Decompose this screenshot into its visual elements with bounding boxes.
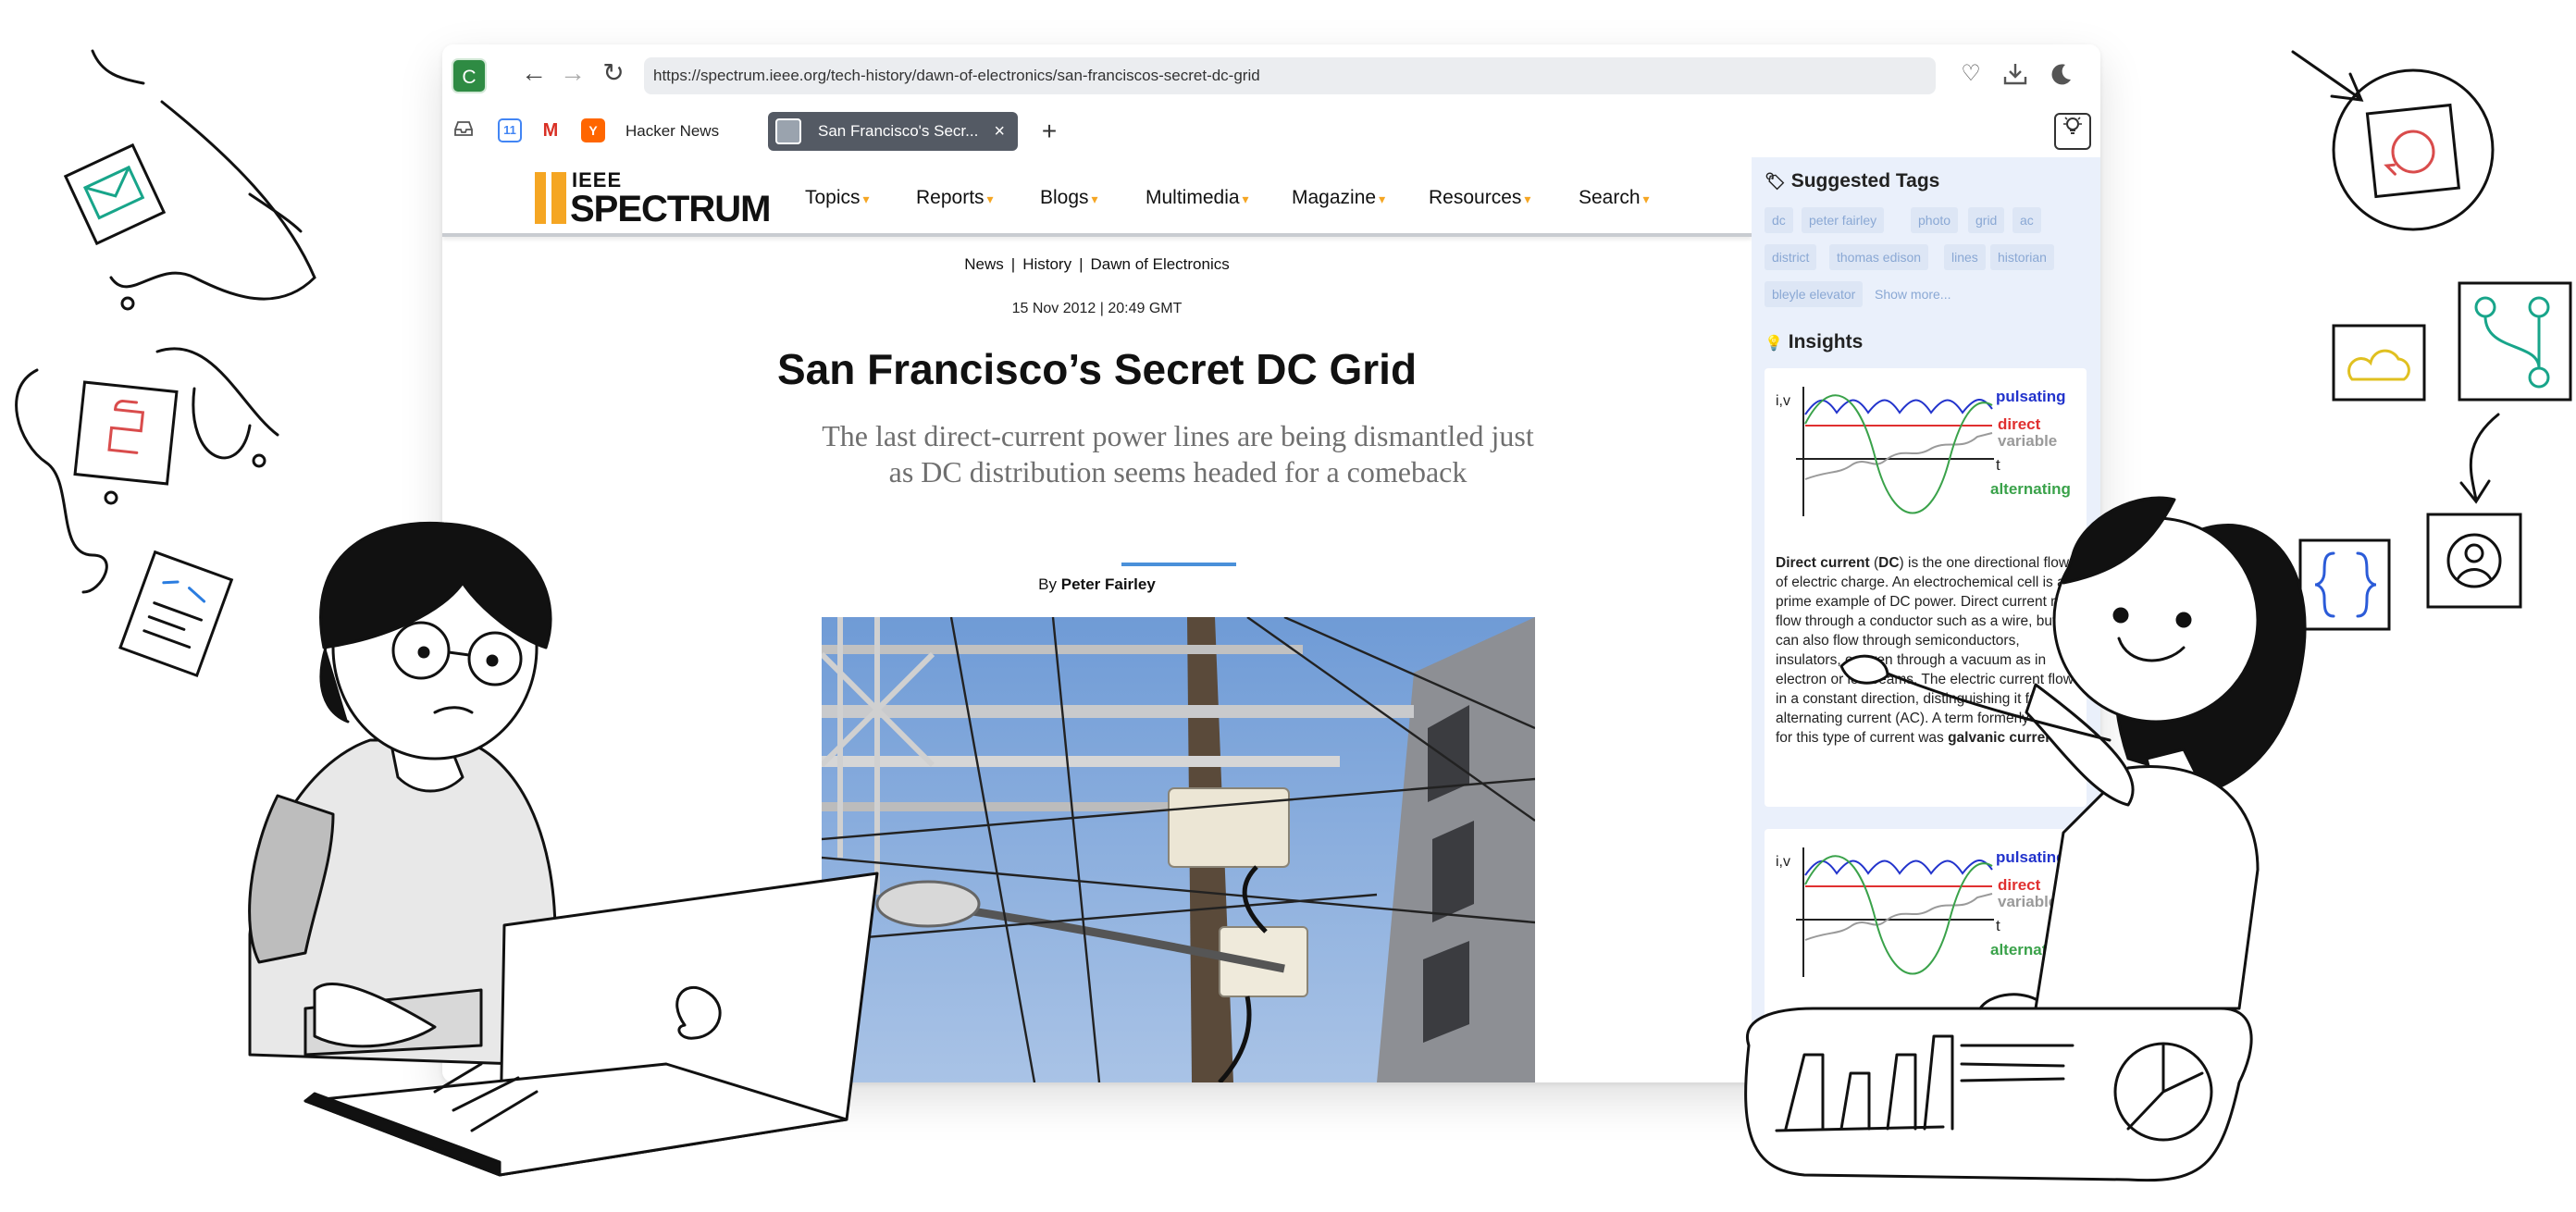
author-link[interactable]: Peter Fairley <box>1061 575 1156 593</box>
legend-alternating: alternating <box>1990 480 2071 498</box>
nav-magazine[interactable]: Magazine ▾ <box>1292 187 1385 209</box>
legend-variable: variable <box>1998 893 2057 910</box>
chevron-down-icon: ▾ <box>1524 192 1531 206</box>
chevron-down-icon: ▾ <box>1642 192 1650 206</box>
tag-chip[interactable]: thomas edison <box>1829 244 1929 270</box>
legend-pulsating: pulsating <box>1996 848 2066 866</box>
insights-toggle-button[interactable] <box>2054 113 2091 150</box>
chevron-down-icon: ▾ <box>1242 192 1249 206</box>
tab-active[interactable]: San Francisco's Secr... × <box>768 112 1018 151</box>
tab-strip: 11 M Y Hacker News San Francisco's Secr.… <box>442 105 2100 157</box>
nav-resources[interactable]: Resources ▾ <box>1429 187 1530 209</box>
article-byline: By Peter Fairley <box>1038 575 1156 593</box>
tab-hacker-news[interactable]: Hacker News <box>614 114 781 149</box>
doodle-line <box>109 100 316 301</box>
legend-direct: direct <box>1998 415 2041 433</box>
user-circle-icon <box>2426 513 2522 609</box>
legend-variable: variable <box>1998 432 2057 450</box>
arrow-doodle <box>2459 413 2500 504</box>
axis-label-t: t <box>1996 456 2000 474</box>
suggested-tags-title: 🏷 Suggested Tags <box>1765 170 1940 192</box>
axis-label-iv: i,v <box>1776 393 1790 409</box>
chevron-down-icon: ▾ <box>986 192 994 206</box>
lightbulb-icon: 💡 <box>1765 336 1783 352</box>
article-subtitle: The last direct-current power lines are … <box>822 419 1534 489</box>
extension-badge[interactable]: C <box>452 58 487 93</box>
tag-chip[interactable]: peter fairley <box>1802 207 1885 233</box>
tag-chip[interactable]: bleyle elevator <box>1765 281 1864 307</box>
tag-chip[interactable]: dc <box>1765 207 1793 233</box>
breadcrumb: News | History | Dawn of Electronics <box>964 255 1230 273</box>
heart-icon[interactable]: ♡ <box>1954 57 1988 91</box>
refresh-icon <box>2365 103 2461 199</box>
arrow-doodle <box>2291 50 2364 102</box>
calendar-icon[interactable]: 11 <box>498 118 522 142</box>
nav-topics[interactable]: Topics ▾ <box>805 187 870 209</box>
nav-search[interactable]: Search ▾ <box>1579 187 1650 209</box>
forward-arrow-icon[interactable]: → <box>557 57 588 89</box>
tag-chip[interactable]: district <box>1765 244 1817 270</box>
chevron-down-icon: ▾ <box>1379 192 1386 206</box>
browser-window: C ← → ↻ https://spectrum.ieee.org/tech-h… <box>442 44 2100 1082</box>
legend-direct: direct <box>1998 876 2041 894</box>
current-types-diagram: i,v pulsating direct variable t alternat… <box>1776 847 2071 977</box>
chevron-down-icon: ▾ <box>1091 192 1098 206</box>
python-icon <box>73 380 179 486</box>
new-tab-button[interactable]: + <box>1033 115 1066 148</box>
article-page: IEEE SPECTRUM Topics ▾ Reports ▾ Blogs ▾ Mu… <box>442 157 1752 1082</box>
tab-active-label: San Francisco's Secr... <box>818 122 979 140</box>
tag-chip[interactable]: grid <box>1968 207 2005 233</box>
article-title: San Francisco’s Secret DC Grid <box>776 345 1418 393</box>
reload-icon[interactable]: ↻ <box>598 57 629 89</box>
tag-chip[interactable]: lines <box>1944 244 1986 270</box>
chevron-down-icon: ▾ <box>862 192 870 206</box>
ieee-spectrum-logo-icon[interactable] <box>535 172 566 224</box>
tag-chip[interactable]: historian <box>1990 244 2054 270</box>
insights-title: 💡 Insights <box>1765 331 1864 352</box>
ieee-favicon-icon <box>775 118 801 144</box>
nav-reports[interactable]: Reports ▾ <box>916 187 994 209</box>
insight-card: i,v pulsating direct variable t alternat… <box>1765 368 2087 807</box>
gmail-icon[interactable]: M <box>539 118 563 142</box>
byline-divider <box>1121 563 1236 566</box>
hacker-news-icon[interactable]: Y <box>581 118 605 142</box>
legend-alternating: alternating <box>1990 941 2071 958</box>
current-types-diagram: i,v pulsating direct variable t alternat… <box>1776 387 2071 516</box>
tag-icon: 🏷 <box>1765 172 1786 191</box>
nav-blogs[interactable]: Blogs ▾ <box>1040 187 1098 209</box>
site-header: IEEE SPECTRUM Topics ▾ Reports ▾ Blogs ▾ Mu… <box>442 157 1752 237</box>
axis-label-t: t <box>1996 917 2000 934</box>
breadcrumb-news[interactable]: News <box>964 255 1004 273</box>
inbox-icon[interactable] <box>452 118 476 142</box>
breadcrumb-history[interactable]: History <box>1022 255 1071 273</box>
cloud-icon <box>2332 324 2426 402</box>
address-bar[interactable]: https://spectrum.ieee.org/tech-history/d… <box>644 57 1936 94</box>
breadcrumb-dawn-of-electronics[interactable]: Dawn of Electronics <box>1091 255 1230 273</box>
moon-icon[interactable] <box>2045 57 2078 91</box>
envelope-icon <box>63 142 167 246</box>
close-tab-icon[interactable]: × <box>994 112 1005 151</box>
show-more-link[interactable]: Show more... <box>1875 287 1951 302</box>
curly-braces-icon <box>2298 538 2391 631</box>
article-dateline: 15 Nov 2012 | 20:49 GMT <box>1011 301 1183 316</box>
nav-multimedia[interactable]: Multimedia ▾ <box>1146 187 1249 209</box>
circle-doodle <box>2332 68 2495 231</box>
article-photo <box>822 617 1535 1082</box>
git-branch-icon <box>2458 281 2572 402</box>
download-icon[interactable] <box>1999 57 2032 91</box>
legend-pulsating: pulsating <box>1996 388 2066 405</box>
logo-spectrum-text[interactable]: SPECTRUM <box>570 189 771 229</box>
insights-sidebar: 🏷 Suggested Tags dc peter fairley photo … <box>1752 157 2100 1082</box>
tag-chip[interactable]: ac <box>2012 207 2041 233</box>
back-arrow-icon[interactable]: ← <box>518 57 550 89</box>
insight-card: i,v pulsating direct variable t alternat… <box>1765 829 2087 1082</box>
doodle-line <box>91 49 145 85</box>
axis-label-iv: i,v <box>1776 854 1790 870</box>
tag-chip[interactable]: photo <box>1911 207 1959 233</box>
document-icon <box>118 550 234 678</box>
browser-toolbar: C ← → ↻ https://spectrum.ieee.org/tech-h… <box>442 44 2100 105</box>
insight-paragraph: Direct current (DC) is the one direction… <box>1776 555 2081 746</box>
